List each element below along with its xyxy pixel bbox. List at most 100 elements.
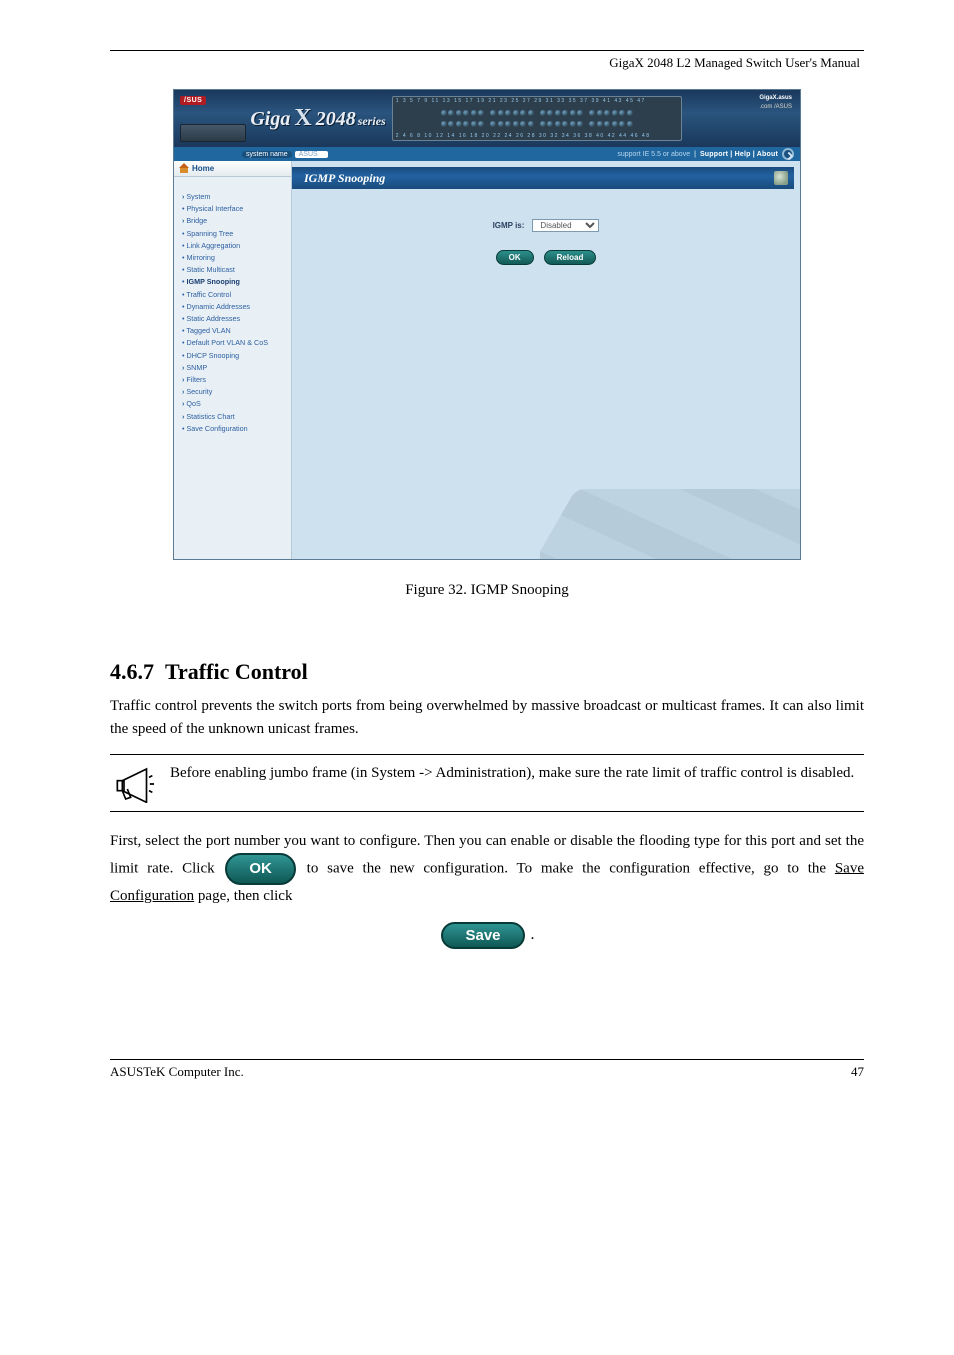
note-icon — [112, 763, 156, 803]
port-led — [540, 121, 546, 127]
port-led — [448, 121, 454, 127]
inline-save-button: Save — [441, 922, 524, 949]
toolbar-links[interactable]: Support | Help | About — [700, 151, 778, 158]
sidebar: Home SystemPhysical InterfaceBridgeSpann… — [174, 161, 292, 559]
igmp-select[interactable]: Disabled — [532, 219, 599, 232]
reload-button[interactable]: Reload — [544, 250, 597, 265]
port-led — [612, 121, 618, 127]
banner-icon — [774, 171, 788, 185]
port-led — [619, 121, 625, 127]
port-led — [547, 110, 553, 116]
paragraph-1: Traffic control prevents the switch port… — [110, 695, 864, 740]
asus-logo: /SUS — [180, 96, 206, 105]
sidebar-item-4[interactable]: Link Aggregation — [182, 240, 283, 252]
port-led — [448, 110, 454, 116]
port-led — [463, 121, 469, 127]
port-led — [570, 110, 576, 116]
port-led — [441, 110, 447, 116]
port-led — [490, 110, 496, 116]
igmp-label: IGMP is: — [493, 221, 525, 230]
port-led — [604, 121, 610, 127]
port-led — [441, 121, 447, 127]
port-led — [589, 110, 595, 116]
port-led — [456, 110, 462, 116]
igmp-form-row: IGMP is: Disabled — [292, 219, 800, 232]
router-ui-screenshot: /SUS Giga X 2048 series 1 3 5 7 9 11 13 … — [173, 89, 801, 560]
sidebar-home[interactable]: Home — [174, 161, 291, 177]
port-row-top — [396, 110, 678, 116]
section-heading: 4.6.7 Traffic Control — [110, 659, 864, 685]
sidebar-item-12[interactable]: Default Port VLAN & CoS — [182, 337, 283, 349]
sidebar-item-2[interactable]: Bridge — [182, 215, 283, 227]
port-led — [562, 110, 568, 116]
top-right-links: GigaX.asus .com /ASUS — [759, 94, 792, 112]
sidebar-item-6[interactable]: Static Multicast — [182, 264, 283, 276]
product-giga: Giga — [250, 108, 290, 131]
port-led — [597, 110, 603, 116]
port-led — [456, 121, 462, 127]
period: . — [531, 926, 535, 943]
sidebar-item-19[interactable]: Save Configuration — [182, 423, 283, 435]
logout-icon[interactable] — [782, 148, 794, 160]
port-panel: 1 3 5 7 9 11 13 15 17 19 21 23 25 27 29 … — [392, 96, 682, 141]
note-block: Before enabling jumbo frame (in System -… — [110, 754, 864, 812]
port-led — [555, 110, 561, 116]
sidebar-item-5[interactable]: Mirroring — [182, 252, 283, 264]
product-name: Giga X 2048 series — [250, 105, 385, 132]
sidebar-item-14[interactable]: SNMP — [182, 362, 283, 374]
port-numbers-bottom: 2 4 6 8 10 12 14 16 18 20 22 24 26 28 30… — [396, 133, 678, 139]
port-led — [490, 121, 496, 127]
sidebar-item-0[interactable]: System — [182, 191, 283, 203]
main-panel: IGMP Snooping IGMP is: Disabled OK Reloa… — [292, 161, 800, 559]
port-numbers-top: 1 3 5 7 9 11 13 15 17 19 21 23 25 27 29 … — [396, 98, 678, 104]
port-led — [555, 121, 561, 127]
port-led — [520, 121, 526, 127]
support-note: support IE 5.5 or above — [617, 151, 690, 158]
ok-button[interactable]: OK — [496, 250, 534, 265]
port-led — [627, 110, 633, 116]
sidebar-item-10[interactable]: Static Addresses — [182, 313, 283, 325]
footer-left: ASUSTeK Computer Inc. — [110, 1064, 244, 1080]
sidebar-item-15[interactable]: Filters — [182, 374, 283, 386]
port-led — [577, 110, 583, 116]
port-led — [505, 110, 511, 116]
main-banner: IGMP Snooping — [292, 167, 794, 189]
sidebar-item-13[interactable]: DHCP Snooping — [182, 350, 283, 362]
port-led — [498, 121, 504, 127]
port-led — [463, 110, 469, 116]
port-led — [520, 110, 526, 116]
ui-toolbar: system name ASUS support IE 5.5 or above… — [174, 147, 800, 161]
port-led — [547, 121, 553, 127]
product-model: 2048 — [316, 108, 356, 131]
sidebar-item-16[interactable]: Security — [182, 386, 283, 398]
sidebar-item-9[interactable]: Dynamic Addresses — [182, 301, 283, 313]
sidebar-item-3[interactable]: Spanning Tree — [182, 228, 283, 240]
port-led — [612, 110, 618, 116]
paragraph-2: First, select the port number you want t… — [110, 830, 864, 908]
sidebar-item-17[interactable]: QoS — [182, 398, 283, 410]
port-led — [478, 110, 484, 116]
toolbar-divider: | — [694, 151, 696, 158]
port-led — [528, 110, 534, 116]
main-banner-title: IGMP Snooping — [304, 167, 385, 189]
sidebar-item-1[interactable]: Physical Interface — [182, 203, 283, 215]
inline-ok-button: OK — [225, 853, 296, 886]
port-led — [619, 110, 625, 116]
system-name-value[interactable]: ASUS — [295, 151, 328, 158]
product-series: series — [358, 114, 386, 129]
sidebar-item-8[interactable]: Traffic Control — [182, 289, 283, 301]
port-led — [498, 110, 504, 116]
asus-watermark — [540, 463, 800, 559]
sidebar-item-18[interactable]: Statistics Chart — [182, 411, 283, 423]
figure-caption: Figure 32. IGMP Snooping — [110, 582, 864, 599]
port-led — [513, 121, 519, 127]
page-footer: ASUSTeK Computer Inc. 47 — [110, 1059, 864, 1080]
port-led — [562, 121, 568, 127]
sidebar-item-11[interactable]: Tagged VLAN — [182, 325, 283, 337]
port-led — [528, 121, 534, 127]
port-led — [513, 110, 519, 116]
sidebar-item-7[interactable]: IGMP Snooping — [182, 276, 283, 288]
port-led — [589, 121, 595, 127]
sidebar-nav: SystemPhysical InterfaceBridgeSpanning T… — [174, 177, 291, 443]
device-glyph — [180, 124, 246, 142]
